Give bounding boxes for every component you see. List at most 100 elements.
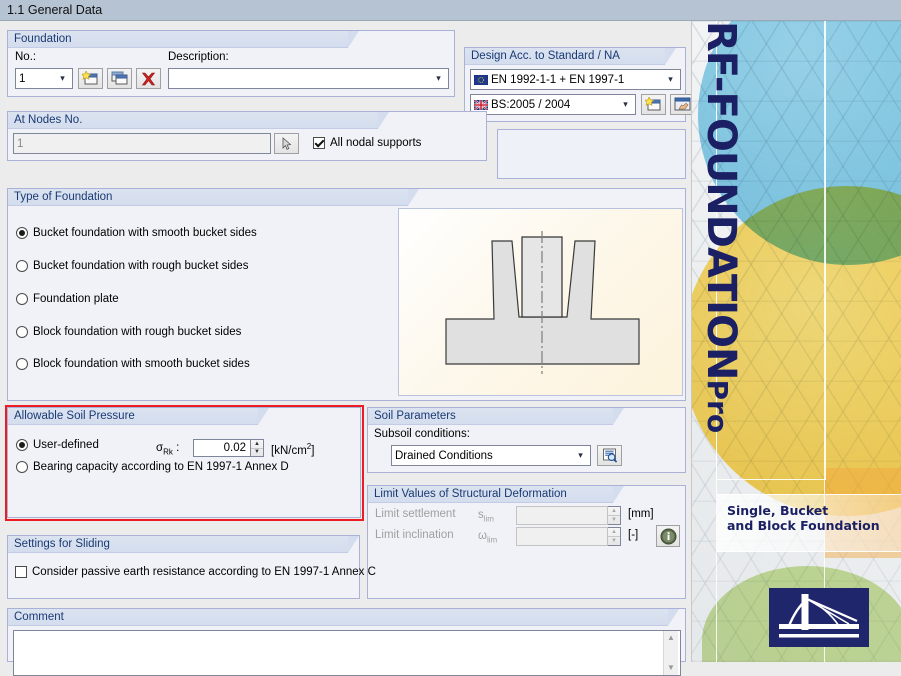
stepper-up-icon[interactable]: ▲: [608, 528, 620, 537]
foundation-type-option-0[interactable]: Bucket foundation with smooth bucket sid…: [16, 227, 257, 239]
stepper-down-icon[interactable]: ▼: [608, 537, 620, 545]
limit-settlement-label: Limit settlement: [375, 508, 456, 520]
soil-pressure-option-0[interactable]: User-defined: [16, 439, 99, 451]
settings-for-sliding-header: Settings for Sliding: [8, 536, 359, 553]
sigma-rk-stepper[interactable]: ▲ ▼: [251, 439, 264, 457]
inspect-subsoil-button[interactable]: [597, 445, 622, 466]
copy-foundation-button[interactable]: [107, 68, 132, 89]
comment-scrollbar[interactable]: ▲ ▼: [663, 631, 678, 675]
new-window-icon: [645, 97, 661, 111]
limit-inclination-input[interactable]: [516, 527, 608, 546]
foundation-description-label: Description:: [168, 51, 229, 63]
standard-combo[interactable]: EN 1992-1-1 + EN 1997-1 ▾: [470, 69, 681, 90]
foundation-no-value: 1: [19, 72, 26, 85]
subsoil-conditions-combo[interactable]: Drained Conditions ▾: [391, 445, 591, 466]
chevron-down-icon: ▾: [436, 73, 441, 83]
comment-group: Comment ▲ ▼: [7, 608, 686, 676]
nodes-group: At Nodes No. 1 All nodal supports: [7, 111, 487, 161]
symbol-omega: ω: [478, 530, 487, 542]
comment-title: Comment: [14, 611, 64, 623]
banner-subtitle-line2: and Block Foundation: [727, 518, 880, 533]
foundation-description-combo[interactable]: ▾: [168, 68, 449, 89]
foundation-type-label-1: Bucket foundation with rough bucket side…: [33, 260, 249, 272]
info-button[interactable]: [656, 525, 680, 547]
foundation-group-header: Foundation: [8, 31, 359, 48]
foundation-group: Foundation No.: Description: 1 ▾ ▾: [7, 30, 455, 97]
new-foundation-button[interactable]: [78, 68, 103, 89]
comment-body: ▲ ▼: [8, 626, 685, 676]
banner-subtitle-line1: Single, Bucket: [727, 503, 829, 518]
scroll-up-arrow-icon[interactable]: ▲: [667, 631, 675, 645]
passive-earth-resistance-label: Consider passive earth resistance accord…: [32, 566, 376, 578]
nodes-group-header: At Nodes No.: [8, 112, 389, 129]
limit-settlement-symbol: slim: [478, 509, 494, 523]
foundation-type-option-1[interactable]: Bucket foundation with rough bucket side…: [16, 260, 248, 272]
stepper-up-icon[interactable]: ▲: [251, 440, 263, 449]
limit-inclination-stepper[interactable]: ▲ ▼: [608, 527, 621, 546]
work-area: Foundation No.: Description: 1 ▾ ▾ Desig…: [0, 21, 901, 676]
product-banner: RF-FOUNDATIONPro Single, Bucket and Bloc…: [691, 21, 901, 662]
stepper-up-icon[interactable]: ▲: [608, 507, 620, 516]
dlubal-logo-icon: [769, 588, 869, 647]
standard-group-header: Design Acc. to Standard / NA: [465, 48, 676, 65]
allowable-soil-pressure-group: Allowable Soil Pressure User-defined σRk…: [7, 407, 361, 518]
passive-earth-resistance-checkbox[interactable]: Consider passive earth resistance accord…: [15, 566, 376, 578]
checkbox-box: [313, 137, 325, 149]
window-title-bar: 1.1 General Data: [0, 0, 901, 21]
type-of-foundation-header: Type of Foundation: [8, 189, 419, 206]
nodes-input[interactable]: 1: [13, 133, 271, 154]
soil-parameters-title: Soil Parameters: [374, 410, 456, 422]
nodes-side-panel: [497, 129, 686, 179]
sigma-colon: :: [176, 442, 180, 454]
allowable-soil-pressure-title: Allowable Soil Pressure: [14, 410, 135, 422]
settings-for-sliding-title: Settings for Sliding: [14, 538, 110, 550]
limit-values-header: Limit Values of Structural Deformation: [368, 486, 624, 503]
stepper-down-icon[interactable]: ▼: [251, 449, 263, 457]
nodes-value: 1: [17, 137, 24, 150]
new-standard-button[interactable]: [641, 94, 666, 115]
settings-for-sliding-group: Settings for Sliding Consider passive ea…: [7, 535, 376, 599]
stepper-down-icon[interactable]: ▼: [608, 516, 620, 524]
foundation-type-option-3[interactable]: Block foundation with rough bucket sides: [16, 326, 241, 338]
soil-parameters-body: Subsoil conditions: Drained Conditions ▾: [368, 425, 685, 472]
allowable-soil-pressure-body: User-defined σRk : 0.02 ▲ ▼ [kN/cm2] Bea…: [8, 425, 360, 517]
foundation-type-label-0: Bucket foundation with smooth bucket sid…: [33, 227, 257, 239]
soil-pressure-option-1[interactable]: Bearing capacity according to EN 1997-1 …: [16, 461, 289, 473]
foundation-diagram: [398, 208, 683, 396]
foundation-no-combo[interactable]: 1 ▾: [15, 68, 73, 89]
all-nodal-supports-checkbox[interactable]: All nodal supports: [313, 137, 421, 149]
radio-dot: [16, 227, 28, 239]
standard-combo-value-wrap: EN 1992-1-1 + EN 1997-1: [474, 74, 663, 86]
limit-settlement-stepper[interactable]: ▲ ▼: [608, 506, 621, 525]
nodes-group-title: At Nodes No.: [14, 114, 83, 126]
soil-pressure-label-1: Bearing capacity according to EN 1997-1 …: [33, 461, 289, 473]
sigma-rk-value: 0.02: [223, 442, 246, 454]
foundation-type-option-2[interactable]: Foundation plate: [16, 293, 119, 305]
sigma-unit-prefix: [kN/cm: [271, 444, 307, 457]
sigma-rk-unit: [kN/cm2]: [271, 442, 314, 457]
nodes-group-body: 1 All nodal supports: [8, 129, 486, 160]
form-pane: Foundation No.: Description: 1 ▾ ▾ Desig…: [0, 21, 695, 676]
foundation-no-label: No.:: [15, 51, 37, 63]
foundation-type-option-4[interactable]: Block foundation with smooth bucket side…: [16, 358, 250, 370]
delete-foundation-button[interactable]: [136, 68, 161, 89]
symbol-sub: lim: [483, 514, 494, 524]
na-combo[interactable]: BS:2005 / 2004 ▾: [470, 94, 636, 115]
chevron-down-icon: ▾: [668, 74, 673, 84]
symbol-sub: lim: [486, 535, 498, 545]
allowable-soil-pressure-header: Allowable Soil Pressure: [8, 408, 269, 425]
chevron-down-icon: ▾: [60, 73, 65, 83]
banner-title-suffix: Pro: [701, 379, 734, 434]
comment-textarea[interactable]: [13, 630, 681, 676]
scroll-down-arrow-icon[interactable]: ▼: [667, 661, 675, 675]
limit-settlement-unit: [mm]: [628, 508, 654, 520]
type-of-foundation-group: Type of Foundation Bucket foundation wit…: [7, 188, 686, 401]
radio-dot: [16, 260, 28, 272]
pick-nodes-button[interactable]: [274, 133, 299, 154]
limit-settlement-input[interactable]: [516, 506, 608, 525]
sigma-rk-input[interactable]: 0.02: [193, 439, 251, 457]
subsoil-conditions-value: Drained Conditions: [395, 449, 493, 462]
banner-title: RF-FOUNDATIONPro: [698, 21, 744, 541]
dlubal-logo: [769, 588, 869, 647]
red-x-icon: [141, 72, 156, 85]
